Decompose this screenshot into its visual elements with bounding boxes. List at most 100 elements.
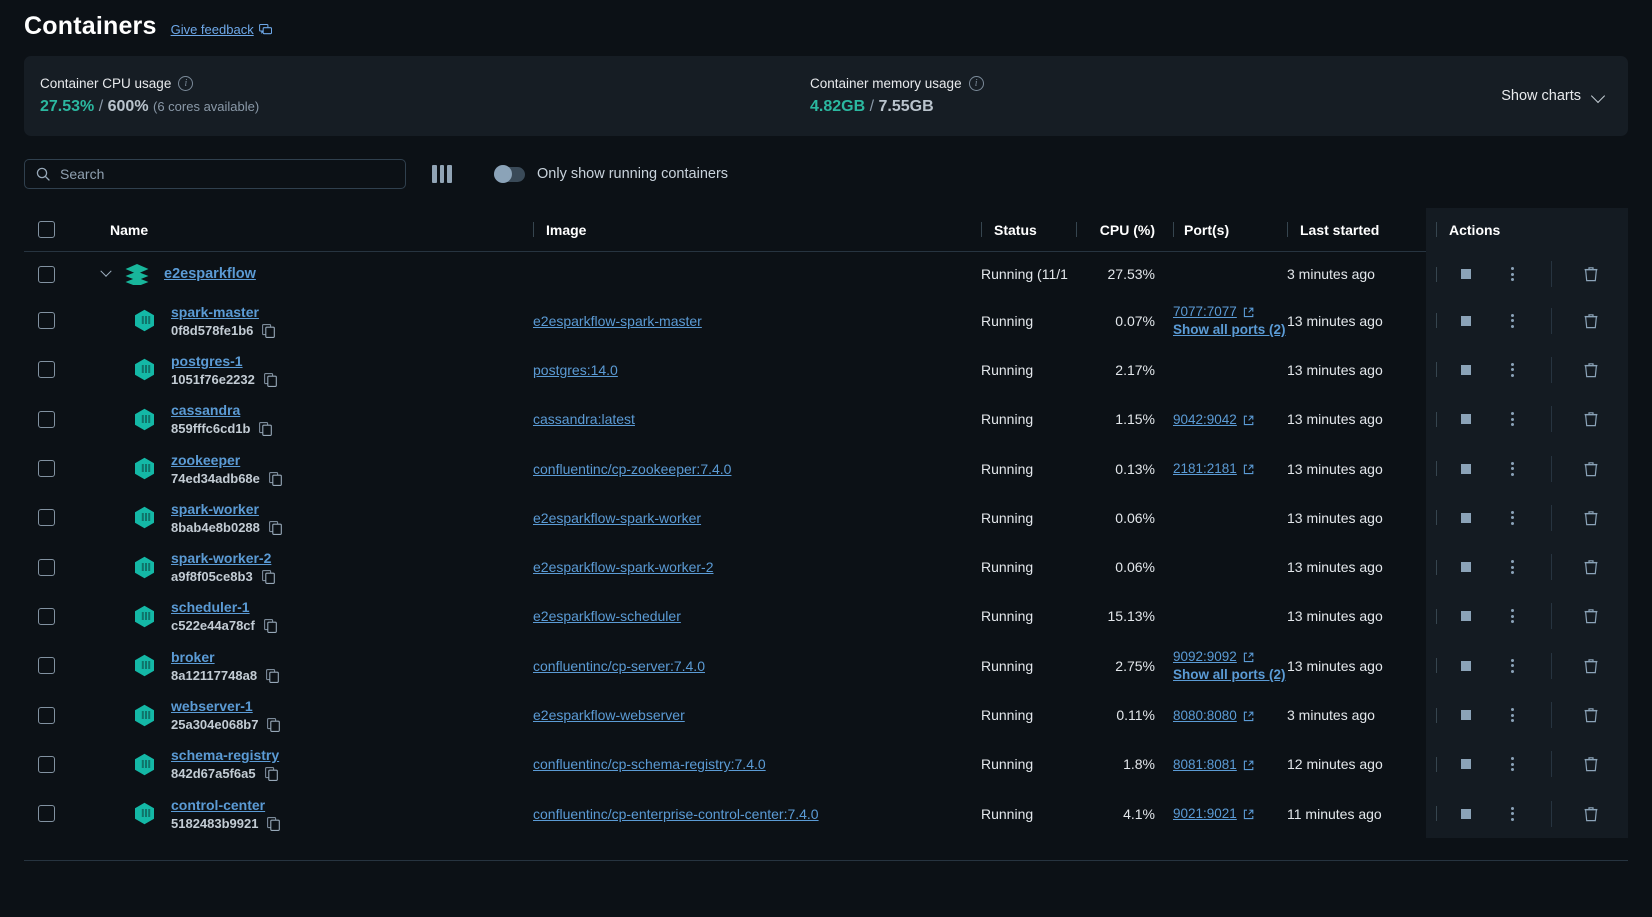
copy-icon[interactable] <box>267 816 281 831</box>
header-name[interactable]: Name <box>86 222 533 238</box>
delete-button[interactable] <box>1568 259 1614 289</box>
table-row[interactable]: cassandra 859fffc6cd1b cassandra:latest … <box>24 394 1628 444</box>
row-menu-button[interactable] <box>1489 749 1535 779</box>
delete-button[interactable] <box>1568 355 1614 385</box>
stop-button[interactable] <box>1443 700 1489 730</box>
image-link[interactable]: confluentinc/cp-enterprise-control-cente… <box>533 806 819 822</box>
row-checkbox[interactable] <box>38 755 55 773</box>
stop-button[interactable] <box>1443 259 1489 289</box>
show-all-ports-link[interactable]: Show all ports (2) <box>1173 667 1287 682</box>
table-row[interactable]: spark-worker 8bab4e8b0288 e2esparkflow-s… <box>24 493 1628 543</box>
row-checkbox[interactable] <box>38 410 55 428</box>
group-name-link[interactable]: e2esparkflow <box>164 266 256 282</box>
port-link[interactable]: 8081:8081 <box>1173 757 1287 772</box>
image-link[interactable]: cassandra:latest <box>533 411 635 427</box>
delete-button[interactable] <box>1568 601 1614 631</box>
header-last-started[interactable]: Last started <box>1287 222 1426 238</box>
copy-icon[interactable] <box>263 619 277 634</box>
table-row[interactable]: spark-worker-2 a9f8f05ce8b3 e2esparkflow… <box>24 542 1628 592</box>
image-link[interactable]: e2esparkflow-spark-worker-2 <box>533 559 714 575</box>
row-menu-button[interactable] <box>1489 700 1535 730</box>
delete-button[interactable] <box>1568 799 1614 829</box>
image-link[interactable]: e2esparkflow-webserver <box>533 707 685 723</box>
delete-button[interactable] <box>1568 404 1614 434</box>
row-menu-button[interactable] <box>1489 404 1535 434</box>
container-name-link[interactable]: control-center <box>171 796 280 814</box>
row-checkbox[interactable] <box>38 312 55 330</box>
port-link[interactable]: 8080:8080 <box>1173 708 1287 723</box>
container-name-link[interactable]: cassandra <box>171 401 272 419</box>
delete-button[interactable] <box>1568 552 1614 582</box>
search-input[interactable] <box>60 166 394 182</box>
header-status[interactable]: Status <box>981 222 1076 238</box>
copy-icon[interactable] <box>266 668 279 683</box>
select-all-checkbox[interactable] <box>38 221 55 238</box>
image-link[interactable]: postgres:14.0 <box>533 362 618 378</box>
table-row[interactable]: postgres-1 1051f76e2232 postgres:14.0 Ru… <box>24 345 1628 395</box>
give-feedback-link[interactable]: Give feedback <box>171 22 272 37</box>
row-menu-button[interactable] <box>1489 454 1535 484</box>
row-menu-button[interactable] <box>1489 503 1535 533</box>
delete-button[interactable] <box>1568 306 1614 336</box>
table-row[interactable]: broker 8a12117748a8 confluentinc/cp-serv… <box>24 641 1628 691</box>
row-checkbox[interactable] <box>38 509 55 527</box>
delete-button[interactable] <box>1568 651 1614 681</box>
delete-button[interactable] <box>1568 454 1614 484</box>
row-checkbox[interactable] <box>38 265 55 283</box>
row-checkbox[interactable] <box>38 805 55 823</box>
row-checkbox[interactable] <box>38 607 55 625</box>
info-icon[interactable]: i <box>178 76 194 91</box>
image-link[interactable]: e2esparkflow-spark-worker <box>533 510 701 526</box>
info-icon[interactable]: i <box>968 76 984 91</box>
container-name-link[interactable]: scheduler-1 <box>171 598 277 616</box>
image-link[interactable]: confluentinc/cp-zookeeper:7.4.0 <box>533 461 731 477</box>
row-checkbox[interactable] <box>38 657 55 675</box>
table-row[interactable]: scheduler-1 c522e44a78cf e2esparkflow-sc… <box>24 591 1628 642</box>
copy-icon[interactable] <box>264 767 278 782</box>
delete-button[interactable] <box>1568 503 1614 533</box>
copy-icon[interactable] <box>263 372 277 387</box>
delete-button[interactable] <box>1568 749 1614 779</box>
stop-button[interactable] <box>1443 306 1489 336</box>
stop-button[interactable] <box>1443 601 1489 631</box>
container-name-link[interactable]: broker <box>171 648 279 666</box>
stop-button[interactable] <box>1443 799 1489 829</box>
header-image[interactable]: Image <box>533 222 981 238</box>
show-all-ports-link[interactable]: Show all ports (2) <box>1173 322 1287 337</box>
row-checkbox[interactable] <box>38 361 55 379</box>
copy-icon[interactable] <box>267 718 281 732</box>
container-name-link[interactable]: spark-worker <box>171 500 282 518</box>
port-link[interactable]: 9092:9092 <box>1173 649 1287 664</box>
image-link[interactable]: e2esparkflow-scheduler <box>533 608 681 624</box>
stop-button[interactable] <box>1443 651 1489 681</box>
row-checkbox[interactable] <box>38 558 55 576</box>
search-box[interactable] <box>24 159 406 189</box>
stop-button[interactable] <box>1443 355 1489 385</box>
row-menu-button[interactable] <box>1489 651 1535 681</box>
copy-icon[interactable] <box>262 323 276 338</box>
copy-icon[interactable] <box>268 520 282 535</box>
columns-icon[interactable] <box>432 165 454 183</box>
image-link[interactable]: confluentinc/cp-server:7.4.0 <box>533 658 705 674</box>
container-name-link[interactable]: spark-master <box>171 303 275 321</box>
only-running-toggle[interactable]: Only show running containers <box>494 165 728 183</box>
port-link[interactable]: 7077:7077 <box>1173 304 1287 319</box>
table-row[interactable]: schema-registry 842d67a5f6a5 confluentin… <box>24 739 1628 789</box>
port-link[interactable]: 2181:2181 <box>1173 461 1287 476</box>
copy-icon[interactable] <box>259 422 273 437</box>
table-row[interactable]: spark-master 0f8d578fe1b6 e2esparkflow-s… <box>24 296 1628 346</box>
container-name-link[interactable]: schema-registry <box>171 746 279 764</box>
container-name-link[interactable]: spark-worker-2 <box>171 549 275 567</box>
copy-icon[interactable] <box>261 570 275 585</box>
row-checkbox[interactable] <box>38 460 55 478</box>
table-row[interactable]: e2esparkflow Running (11/1 27.53% 3 minu… <box>24 252 1628 296</box>
container-name-link[interactable]: zookeeper <box>171 451 282 469</box>
show-charts-button[interactable]: Show charts <box>1501 88 1606 104</box>
row-menu-button[interactable] <box>1489 601 1535 631</box>
row-checkbox[interactable] <box>38 706 55 724</box>
image-link[interactable]: e2esparkflow-spark-master <box>533 313 702 329</box>
row-menu-button[interactable] <box>1489 259 1535 289</box>
delete-button[interactable] <box>1568 700 1614 730</box>
container-name-link[interactable]: postgres-1 <box>171 352 277 370</box>
row-menu-button[interactable] <box>1489 306 1535 336</box>
